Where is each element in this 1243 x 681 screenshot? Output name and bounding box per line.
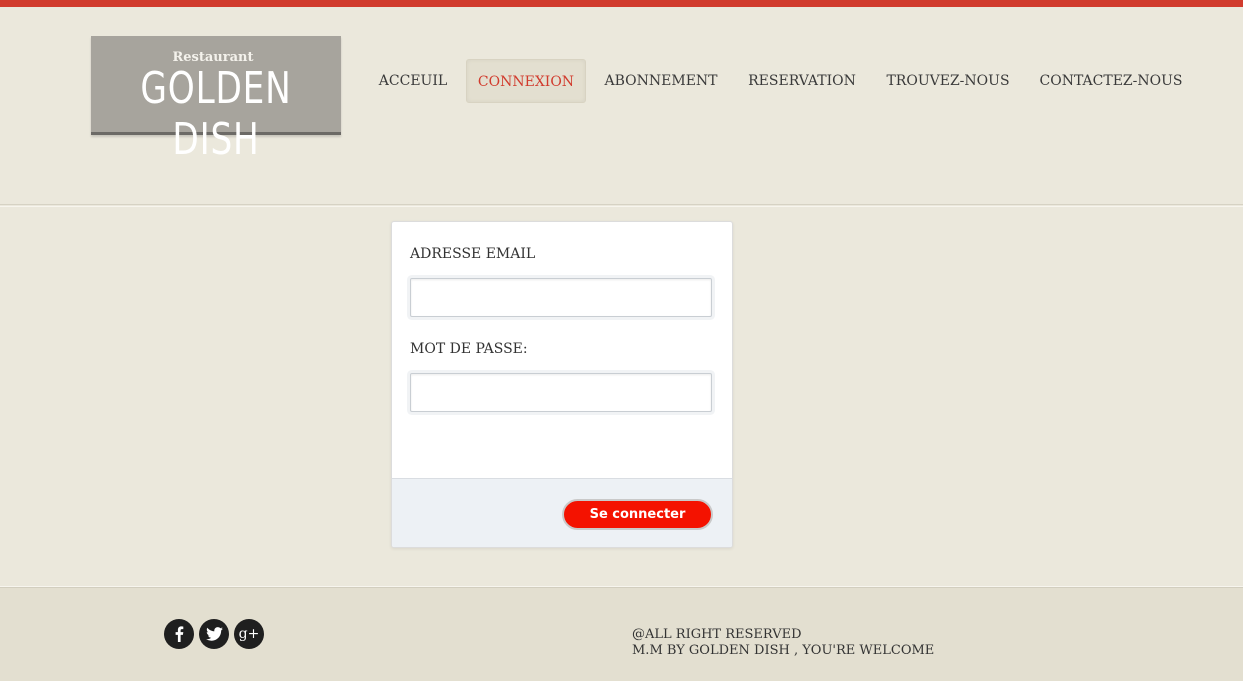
- nav-item-acceuil[interactable]: ACCEUIL: [369, 59, 457, 103]
- facebook-icon: [173, 626, 185, 642]
- password-label: MOT DE PASSE:: [410, 341, 528, 357]
- email-field[interactable]: [410, 278, 712, 317]
- login-form-footer: Se connecter: [392, 478, 732, 547]
- credits-text: M.M BY GOLDEN DISH , YOU'RE WELCOME: [632, 643, 935, 658]
- nav-item-reservation[interactable]: RESERVATION: [738, 59, 866, 103]
- login-button[interactable]: Se connecter: [562, 499, 713, 530]
- google-plus-icon: g+: [238, 626, 260, 642]
- login-form: ADRESSE EMAIL MOT DE PASSE: Se connecter: [391, 221, 733, 548]
- email-label: ADRESSE EMAIL: [410, 246, 536, 262]
- facebook-link[interactable]: [164, 619, 194, 649]
- top-accent-bar: [0, 0, 1243, 7]
- password-field[interactable]: [410, 373, 712, 412]
- copyright-text: @ALL RIGHT RESERVED: [632, 627, 802, 642]
- nav-item-abonnement[interactable]: ABONNEMENT: [596, 59, 726, 103]
- header-divider: [0, 206, 1243, 207]
- site-footer: g+ @ALL RIGHT RESERVED M.M BY GOLDEN DIS…: [0, 587, 1243, 681]
- nav-item-contactez-nous[interactable]: CONTACTEZ-NOUS: [1030, 59, 1192, 103]
- site-header: Restaurant GOLDEN DISH ACCEUIL CONNEXION…: [0, 7, 1243, 205]
- twitter-icon: [205, 627, 223, 641]
- main-nav: ACCEUIL CONNEXION ABONNEMENT RESERVATION…: [0, 59, 1243, 103]
- google-plus-link[interactable]: g+: [234, 619, 264, 649]
- nav-item-connexion[interactable]: CONNEXION: [466, 59, 586, 103]
- nav-item-trouvez-nous[interactable]: TROUVEZ-NOUS: [876, 59, 1020, 103]
- twitter-link[interactable]: [199, 619, 229, 649]
